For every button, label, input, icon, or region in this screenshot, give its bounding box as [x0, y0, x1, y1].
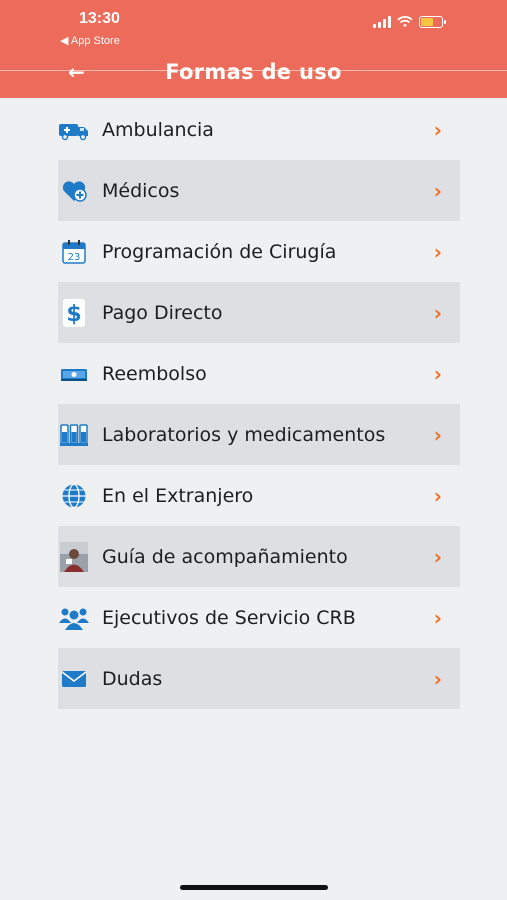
chevron-right-icon: › — [433, 239, 442, 264]
signal-icon — [373, 16, 391, 28]
calendar-icon: 23 — [58, 236, 90, 268]
menu-item-reembolso[interactable]: Reembolso › — [58, 343, 460, 404]
menu-item-label: Pago Directo — [102, 301, 223, 324]
page-title: Formas de uso — [165, 60, 342, 84]
menu-item-pago-directo[interactable]: $ Pago Directo › — [58, 282, 460, 343]
chevron-right-icon: › — [433, 178, 442, 203]
menu-item-label: Reembolso — [102, 362, 207, 385]
guide-photo-icon — [58, 541, 90, 573]
menu-item-label: Ejecutivos de Servicio CRB — [102, 606, 356, 629]
ambulance-icon — [58, 114, 90, 146]
menu-item-label: Guía de acompañamiento — [102, 545, 348, 568]
people-icon — [58, 602, 90, 634]
globe-icon — [58, 480, 90, 512]
menu-item-programacion-cirugia[interactable]: 23 Programación de Cirugía › — [58, 221, 460, 282]
status-icons — [373, 16, 446, 28]
chevron-right-icon: › — [433, 544, 442, 569]
chevron-right-icon: › — [433, 300, 442, 325]
menu-item-label: Médicos — [102, 179, 180, 202]
battery-icon — [419, 16, 446, 28]
menu-item-ejecutivos-servicio[interactable]: Ejecutivos de Servicio CRB › — [58, 587, 460, 648]
top-bar: 13:30 ◀ App Store ← Formas de uso — [0, 0, 507, 98]
menu-list: Ambulancia › Médicos › 23 Programación d… — [58, 99, 460, 709]
dollar-icon: $ — [58, 297, 90, 329]
menu-item-label: En el Extranjero — [102, 484, 254, 507]
back-to-app-store[interactable]: ◀ App Store — [60, 34, 120, 47]
menu-item-label: Dudas — [102, 667, 163, 690]
chevron-right-icon: › — [433, 666, 442, 691]
doctor-heart-icon — [58, 175, 90, 207]
menu-item-dudas[interactable]: Dudas › — [58, 648, 460, 709]
home-indicator[interactable] — [180, 885, 328, 890]
menu-item-laboratorios[interactable]: Laboratorios y medicamentos › — [58, 404, 460, 465]
menu-item-ambulancia[interactable]: Ambulancia › — [58, 99, 460, 160]
lab-tubes-icon — [58, 419, 90, 451]
chevron-right-icon: › — [433, 422, 442, 447]
svg-text:23: 23 — [68, 252, 81, 263]
menu-item-label: Ambulancia — [102, 118, 214, 141]
menu-item-label: Laboratorios y medicamentos — [102, 423, 386, 446]
chevron-right-icon: › — [433, 483, 442, 508]
menu-item-label: Programación de Cirugía — [102, 240, 337, 263]
chevron-right-icon: › — [433, 361, 442, 386]
wifi-icon — [397, 16, 413, 27]
mail-icon — [58, 663, 90, 695]
menu-item-guia-acompanamiento[interactable]: Guía de acompañamiento › — [58, 526, 460, 587]
chevron-right-icon: › — [433, 117, 442, 142]
menu-item-extranjero[interactable]: En el Extranjero › — [58, 465, 460, 526]
chevron-right-icon: › — [433, 605, 442, 630]
money-bill-icon — [58, 358, 90, 390]
menu-item-medicos[interactable]: Médicos › — [58, 160, 460, 221]
status-time: 13:30 — [79, 10, 120, 27]
svg-text:$: $ — [66, 302, 81, 327]
